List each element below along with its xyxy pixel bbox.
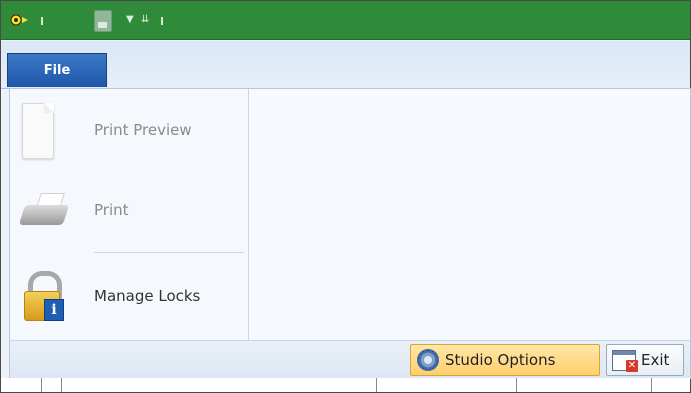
menu-item-label: Print	[94, 201, 129, 219]
save-icon[interactable]	[94, 10, 112, 32]
exit-label: Exit	[641, 351, 670, 369]
underlying-grid	[1, 378, 690, 392]
customize-dropdown-icon[interactable]: ▼	[126, 14, 134, 25]
menu-footer: Studio Options ✕ Exit	[9, 340, 691, 379]
menu-content-pane	[249, 89, 690, 341]
toolbar-separator	[161, 17, 163, 25]
gear-icon	[417, 349, 439, 371]
menu-item-print-preview[interactable]: Print Preview	[10, 89, 248, 171]
file-menu: Print Preview Print i Manage Locks	[9, 88, 691, 342]
exit-button[interactable]: ✕ Exit	[606, 344, 684, 376]
studio-options-label: Studio Options	[445, 351, 556, 369]
menu-item-label: Print Preview	[94, 121, 192, 139]
studio-options-button[interactable]: Studio Options	[410, 344, 600, 376]
menu-separator	[94, 252, 244, 253]
menu-item-label: Manage Locks	[94, 287, 201, 305]
menu-item-manage-locks[interactable]: i Manage Locks	[10, 255, 248, 337]
exit-icon: ✕	[612, 350, 638, 372]
lock-info-icon: i	[22, 269, 64, 321]
tab-file[interactable]: File	[7, 53, 107, 87]
quick-access-toolbar: ▼ ⇊	[1, 1, 690, 40]
toolbar-separator	[41, 17, 43, 25]
page-icon	[22, 103, 54, 159]
menu-commands-pane: Print Preview Print i Manage Locks	[10, 89, 249, 341]
menu-item-print[interactable]: Print	[10, 171, 248, 253]
app-icon[interactable]	[9, 12, 29, 28]
more-commands-icon[interactable]: ⇊	[141, 14, 149, 25]
printer-icon	[18, 193, 70, 229]
